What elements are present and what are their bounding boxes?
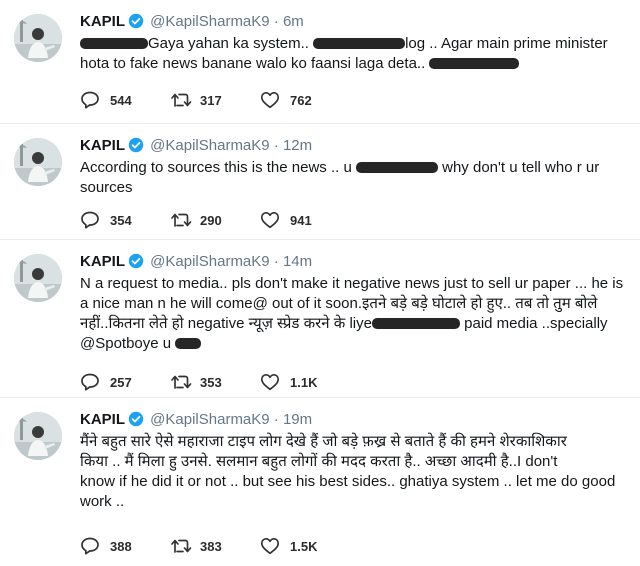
redaction-mark (175, 338, 202, 349)
tweet[interactable]: KAPIL @KapilSharmaK9 · 12m According to … (0, 124, 640, 240)
retweet-icon (171, 213, 192, 227)
user-handle[interactable]: @KapilSharmaK9 (150, 253, 269, 270)
avatar[interactable] (14, 254, 62, 302)
heart-icon (260, 373, 280, 391)
avatar[interactable] (14, 14, 62, 62)
reply-count: 257 (110, 375, 132, 390)
user-handle[interactable]: @KapilSharmaK9 (150, 13, 269, 30)
redaction-mark (371, 318, 460, 329)
tweet-text-segment: work .. (80, 493, 125, 510)
separator: · (273, 411, 279, 428)
heart-icon (260, 211, 280, 229)
tweet[interactable]: KAPIL @KapilSharmaK9 · 19m मैंने बहुत सा… (0, 398, 640, 566)
display-name[interactable]: KAPIL (80, 137, 125, 154)
redaction-mark (313, 38, 406, 49)
avatar[interactable] (14, 412, 62, 460)
display-name[interactable]: KAPIL (80, 13, 125, 30)
user-handle[interactable]: @KapilSharmaK9 (150, 137, 269, 154)
tweet-text-segment: sources (80, 179, 133, 196)
redaction-mark (80, 38, 148, 49)
retweet-icon (171, 93, 192, 107)
like-count: 941 (290, 213, 312, 228)
tweet-header: KAPIL @KapilSharmaK9 · 12m (80, 136, 312, 159)
reply-icon (81, 211, 99, 229)
reply-icon (81, 537, 99, 555)
tweet-text-segment: log .. Agar main prime minister (405, 35, 608, 52)
tweet-text-line: नहीं..कितना लेते हो negative न्यूज़ स्प्… (80, 314, 632, 334)
reply-icon (81, 91, 99, 109)
retweet-icon (171, 539, 192, 553)
user-handle[interactable]: @KapilSharmaK9 (150, 411, 269, 428)
avatar[interactable] (14, 138, 62, 186)
tweet-text-segment: know if he did it or not .. but see his … (80, 473, 616, 490)
separator: · (273, 253, 279, 270)
redaction-mark (355, 162, 438, 173)
tweet-text-line: sources (80, 178, 632, 198)
reply-count: 354 (110, 213, 132, 228)
tweet-text-segment: मैंने बहुत सारे ऐसे महाराजा टाइप लोग देख… (80, 433, 567, 450)
verified-badge-icon (128, 137, 144, 159)
tweet-text-segment: why don't u tell who r ur (437, 159, 600, 176)
separator: · (273, 13, 279, 30)
reply-icon (81, 373, 99, 391)
tweet-text-line: a nice man n he will come@ out of it soo… (80, 294, 632, 314)
tweet-feed: KAPIL @KapilSharmaK9 · 6m Gaya yahan ka … (0, 0, 640, 566)
tweet-text: N a request to media.. pls don't make it… (80, 274, 632, 354)
tweet[interactable]: KAPIL @KapilSharmaK9 · 6m Gaya yahan ka … (0, 0, 640, 124)
retweet-count: 317 (200, 93, 222, 108)
tweet-text-line: work .. (80, 492, 632, 512)
separator: · (273, 137, 279, 154)
tweet-text-segment: hota to fake news banane walo ko faansi … (80, 55, 430, 72)
tweet-text-segment: N a request to media.. pls don't make it… (80, 275, 624, 292)
reply-count: 388 (110, 539, 132, 554)
timestamp[interactable]: 19m (283, 411, 312, 428)
heart-icon (260, 91, 280, 109)
like-count: 762 (290, 93, 312, 108)
retweet-icon (171, 375, 192, 389)
like-count: 1.5K (290, 539, 318, 554)
tweet-text-segment: paid media ..specially (459, 315, 608, 332)
heart-icon (260, 537, 280, 555)
tweet-header: KAPIL @KapilSharmaK9 · 14m (80, 252, 312, 275)
tweet-header: KAPIL @KapilSharmaK9 · 19m (80, 410, 312, 433)
tweet-header: KAPIL @KapilSharmaK9 · 6m (80, 12, 304, 35)
retweet-count: 383 (200, 539, 222, 554)
tweet-text-line: किया .. मैं मिला हु उनसे. सलमान बहुत लोग… (80, 452, 632, 472)
display-name[interactable]: KAPIL (80, 411, 125, 428)
verified-badge-icon (128, 253, 144, 275)
redaction-mark (429, 58, 520, 69)
reply-count: 544 (110, 93, 132, 108)
tweet-text-line: @Spotboye u (80, 334, 632, 354)
tweet-text-segment: नहीं..कितना लेते हो negative न्यूज़ स्प्… (80, 315, 372, 332)
like-count: 1.1K (290, 375, 318, 390)
mention-link[interactable]: @Spotboye u (80, 335, 175, 352)
tweet-text-segment: किया .. मैं मिला हु उनसे. सलमान बहुत लोग… (80, 453, 558, 470)
retweet-count: 353 (200, 375, 222, 390)
tweet-text: According to sources this is the news ..… (80, 158, 632, 198)
display-name[interactable]: KAPIL (80, 253, 125, 270)
tweet-text: Gaya yahan ka system.. log .. Agar main … (80, 34, 632, 74)
retweet-count: 290 (200, 213, 222, 228)
tweet-text-line: मैंने बहुत सारे ऐसे महाराजा टाइप लोग देख… (80, 432, 632, 452)
tweet[interactable]: KAPIL @KapilSharmaK9 · 14m N a request t… (0, 240, 640, 398)
verified-badge-icon (128, 13, 144, 35)
timestamp[interactable]: 12m (283, 137, 312, 154)
timestamp[interactable]: 6m (283, 13, 304, 30)
verified-badge-icon (128, 411, 144, 433)
tweet-text: मैंने बहुत सारे ऐसे महाराजा टाइप लोग देख… (80, 432, 632, 512)
timestamp[interactable]: 14m (283, 253, 312, 270)
tweet-text-segment: According to sources this is the news ..… (80, 159, 356, 176)
tweet-text-line: hota to fake news banane walo ko faansi … (80, 54, 632, 74)
tweet-text-segment: a nice man n he will come@ out of it soo… (80, 295, 598, 312)
tweet-text-line: N a request to media.. pls don't make it… (80, 274, 632, 294)
tweet-text-segment: Gaya yahan ka system.. (148, 35, 314, 52)
tweet-text-line: know if he did it or not .. but see his … (80, 472, 632, 492)
tweet-text-line: Gaya yahan ka system.. log .. Agar main … (80, 34, 632, 54)
tweet-text-line: According to sources this is the news ..… (80, 158, 632, 178)
